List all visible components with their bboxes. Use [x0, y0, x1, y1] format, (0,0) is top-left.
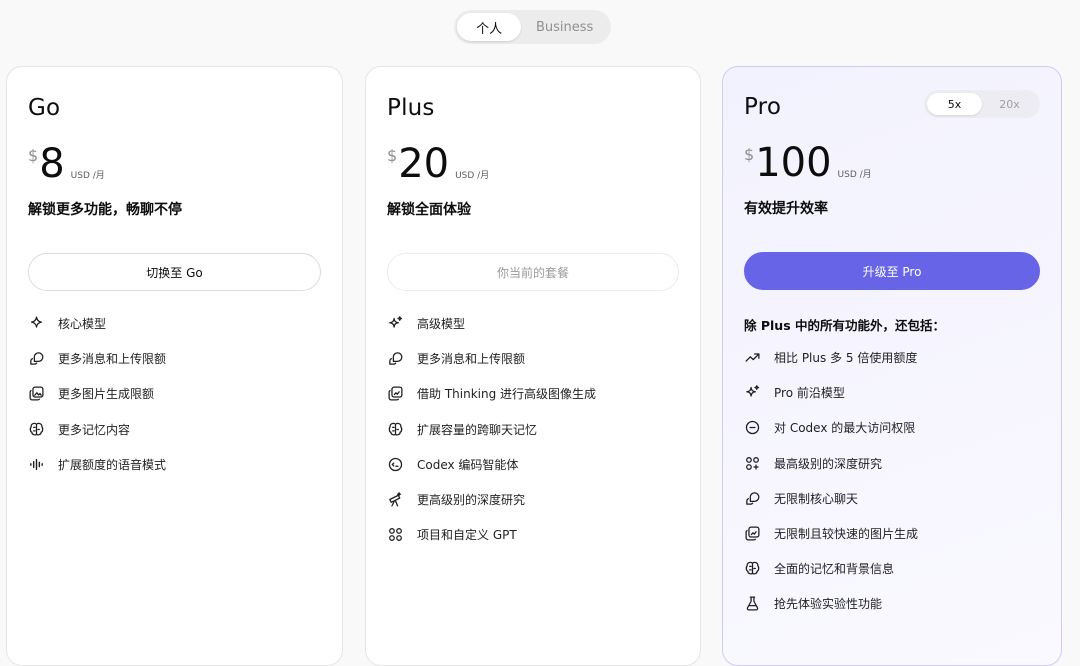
currency-symbol: $ [744, 145, 755, 164]
apps-icon [746, 456, 759, 470]
apps-icon [389, 528, 402, 542]
sparkles-icon [389, 316, 403, 328]
current-plan-button[interactable]: 你当前的套餐 [387, 253, 679, 291]
feature-label: 无限制核心聊天 [774, 491, 859, 506]
price-unit: USD /月 [837, 170, 872, 180]
sparkles-icon [746, 385, 760, 397]
plan-type-toggle: 个人 Business [454, 10, 611, 44]
plan-tagline: 解锁更多功能，畅聊不停 [28, 202, 182, 218]
tab-personal[interactable]: 个人 [457, 13, 522, 41]
price-amount: 8 [39, 141, 65, 187]
feature-item: 相比 Plus 多 5 倍使用额度 [744, 340, 1040, 375]
brain-icon [745, 562, 760, 575]
feature-label: 相比 Plus 多 5 倍使用额度 [774, 351, 918, 366]
feature-label: 全面的记忆和背景信息 [774, 562, 895, 577]
price-amount: 100 [755, 140, 832, 186]
feature-label: 无限制且较快速的图片生成 [774, 527, 919, 542]
price-unit: USD /月 [70, 171, 105, 181]
feature-list: 高级模型 更多消息和上传限额 借助 Thinking 进行高级图像生成 扩展容量… [387, 306, 679, 552]
tab-business[interactable]: Business [521, 13, 608, 41]
chat-bubbles-icon [746, 492, 760, 505]
chat-bubbles-icon [389, 352, 403, 366]
image-icon [29, 386, 44, 401]
feature-item: 高级模型 [387, 306, 679, 341]
feature-label: 高级模型 [417, 317, 466, 332]
plan-price: $ 20 USD /月 [387, 143, 489, 185]
feature-label: 更多记忆内容 [58, 422, 131, 437]
usage-tier-toggle: 5x 20x [924, 90, 1040, 118]
feature-label: 更高级别的深度研究 [417, 493, 526, 508]
feature-label: 更多图片生成限额 [58, 387, 155, 402]
feature-label: 更多消息和上传限额 [58, 352, 167, 367]
feature-item: 借助 Thinking 进行高级图像生成 [387, 376, 679, 411]
feature-item: 更多记忆内容 [28, 412, 321, 447]
plan-tagline: 有效提升效率 [744, 201, 828, 217]
image-edit-icon [745, 526, 760, 541]
price-amount: 20 [398, 141, 450, 187]
feature-item: 更多消息和上传限额 [28, 341, 321, 376]
brain-icon [388, 422, 403, 436]
feature-label: Codex 编码智能体 [417, 457, 519, 472]
feature-item: 全面的记忆和背景信息 [744, 551, 1040, 586]
plan-tagline: 解锁全面体验 [387, 202, 471, 218]
feature-label: Pro 前沿模型 [774, 386, 845, 401]
feature-label: 更多消息和上传限额 [417, 352, 526, 367]
feature-label: 扩展容量的跨聊天记忆 [417, 422, 538, 437]
plan-card-go: Go $ 8 USD /月 解锁更多功能，畅聊不停 切换至 Go 核心模型 更多… [6, 66, 343, 666]
feature-item: 更多图片生成限额 [28, 376, 321, 411]
feature-label: 扩展额度的语音模式 [58, 457, 167, 472]
feature-label: 借助 Thinking 进行高级图像生成 [417, 387, 597, 402]
features-heading: 除 Plus 中的所有功能外，还包括： [744, 318, 945, 333]
chat-bubbles-icon [30, 352, 44, 366]
feature-item: 更多消息和上传限额 [387, 341, 679, 376]
plan-name: Pro [744, 94, 782, 120]
feature-item: 对 Codex 的最大访问权限 [744, 410, 1040, 445]
currency-symbol: $ [387, 146, 398, 165]
feature-label: 对 Codex 的最大访问权限 [774, 421, 916, 436]
plan-price: $ 8 USD /月 [28, 143, 105, 185]
feature-item: 无限制且较快速的图片生成 [744, 516, 1040, 551]
upgrade-to-pro-button[interactable]: 升级至 Pro [744, 252, 1040, 290]
feature-label: 抢先体验实验性功能 [774, 597, 883, 612]
code-face-icon [745, 421, 760, 435]
image-edit-icon [388, 386, 403, 401]
feature-item: 无限制核心聊天 [744, 481, 1040, 516]
sparkle-icon [30, 316, 43, 328]
switch-to-go-button[interactable]: 切换至 Go [28, 253, 321, 291]
feature-item: Pro 前沿模型 [744, 375, 1040, 410]
plan-price: $ 100 USD /月 [744, 142, 872, 184]
feature-item: 项目和自定义 GPT [387, 517, 679, 552]
feature-item: 扩展额度的语音模式 [28, 447, 321, 482]
currency-symbol: $ [28, 146, 39, 165]
feature-item: 抢先体验实验性功能 [744, 586, 1040, 621]
feature-label: 核心模型 [58, 317, 107, 332]
feature-item: 更高级别的深度研究 [387, 482, 679, 517]
tier-5x[interactable]: 5x [927, 93, 982, 115]
flask-icon [746, 596, 759, 611]
price-unit: USD /月 [455, 171, 490, 181]
feature-item: 扩展容量的跨聊天记忆 [387, 412, 679, 447]
feature-label: 项目和自定义 GPT [417, 528, 517, 543]
plan-card-pro: Pro 5x 20x $ 100 USD /月 有效提升效率 升级至 Pro 除… [722, 66, 1062, 666]
code-face-icon [388, 457, 403, 472]
plan-name: Go [28, 95, 61, 121]
brain-icon [29, 422, 44, 436]
telescope-icon [389, 492, 402, 507]
feature-item: 最高级别的深度研究 [744, 446, 1040, 481]
trend-up-icon [745, 353, 760, 362]
tier-20x[interactable]: 20x [982, 93, 1037, 115]
feature-item: 核心模型 [28, 306, 321, 341]
voice-wave-icon [30, 458, 43, 471]
feature-label: 最高级别的深度研究 [774, 456, 883, 471]
plan-card-plus: Plus $ 20 USD /月 解锁全面体验 你当前的套餐 高级模型 更多消息… [365, 66, 701, 666]
feature-item: Codex 编码智能体 [387, 447, 679, 482]
plan-name: Plus [387, 95, 435, 121]
feature-list: 相比 Plus 多 5 倍使用额度 Pro 前沿模型 对 Codex 的最大访问… [744, 340, 1040, 622]
feature-list: 核心模型 更多消息和上传限额 更多图片生成限额 更多记忆内容 扩展额度的语音模式 [28, 306, 321, 482]
